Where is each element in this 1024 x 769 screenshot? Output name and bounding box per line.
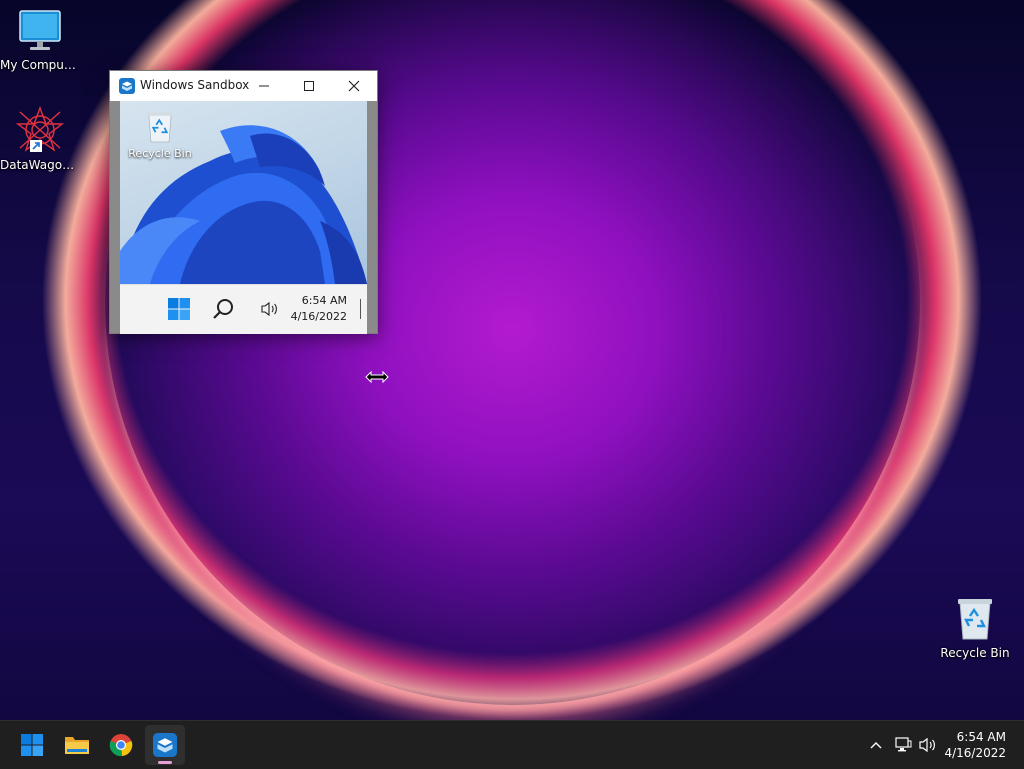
network-button[interactable] bbox=[893, 735, 913, 755]
desktop-icon-my-computer[interactable]: My Computer bbox=[0, 8, 80, 72]
window-title: Windows Sandbox bbox=[140, 78, 250, 92]
chrome-button[interactable] bbox=[101, 725, 141, 765]
windows-sandbox-icon bbox=[153, 733, 177, 757]
desktop-icon-label: DataWagon... bbox=[0, 158, 80, 172]
active-app-indicator bbox=[158, 761, 172, 764]
sandbox-recycle-bin-label: Recycle Bin bbox=[128, 147, 192, 160]
taskbar-clock[interactable]: 6:54 AM 4/16/2022 bbox=[926, 729, 1006, 761]
network-icon bbox=[895, 737, 912, 752]
desktop-icon-datawagon[interactable]: DataWagon... bbox=[0, 106, 80, 172]
sandbox-client-area[interactable]: Recycle Bin 6:54 AM 4/16/2022 bbox=[110, 101, 377, 334]
taskbar-clock-time: 6:54 AM bbox=[956, 730, 1006, 744]
desktop-icon-label: My Computer bbox=[0, 58, 80, 72]
start-button[interactable] bbox=[12, 725, 52, 765]
desktop: My Computer DataWagon... Recycle Bin Win… bbox=[0, 0, 1024, 720]
recycle-bin-icon bbox=[145, 109, 175, 145]
sandbox-clock-date: 4/16/2022 bbox=[290, 310, 347, 323]
resize-cursor-icon bbox=[365, 369, 389, 384]
windows-sandbox-icon bbox=[119, 78, 135, 94]
sandbox-clock-time: 6:54 AM bbox=[301, 294, 347, 307]
sandbox-inner-taskbar: 6:54 AM 4/16/2022 bbox=[120, 284, 367, 334]
close-icon bbox=[348, 80, 360, 92]
show-hidden-icons-button[interactable] bbox=[866, 735, 886, 755]
file-explorer-icon bbox=[65, 737, 89, 754]
windows-sandbox-window[interactable]: Windows Sandbox Recycle Bin 6:54 AM 4/16… bbox=[109, 70, 378, 334]
file-explorer-button[interactable] bbox=[57, 725, 97, 765]
show-desktop-divider[interactable] bbox=[360, 299, 361, 319]
volume-icon[interactable] bbox=[261, 301, 279, 317]
close-button[interactable] bbox=[331, 71, 377, 101]
search-icon[interactable] bbox=[212, 297, 236, 321]
chrome-icon bbox=[109, 734, 133, 757]
sandbox-inner-desktop[interactable]: Recycle Bin bbox=[120, 101, 367, 284]
windows-sandbox-taskbar-button[interactable] bbox=[145, 725, 185, 765]
start-icon[interactable] bbox=[167, 297, 191, 321]
desktop-icon-label: Recycle Bin bbox=[940, 646, 1010, 660]
monitor-icon bbox=[18, 8, 62, 54]
chevron-up-icon bbox=[870, 742, 882, 749]
taskbar-clock-date: 4/16/2022 bbox=[944, 746, 1006, 760]
desktop-icon-recycle-bin[interactable]: Recycle Bin bbox=[935, 596, 1015, 660]
taskbar: 6:54 AM 4/16/2022 bbox=[0, 720, 1024, 769]
datawagon-logo-icon bbox=[15, 106, 65, 154]
recycle-bin-icon bbox=[955, 596, 995, 642]
sandbox-clock[interactable]: 6:54 AM 4/16/2022 bbox=[285, 293, 347, 325]
maximize-button[interactable] bbox=[286, 71, 332, 101]
minimize-icon bbox=[259, 85, 269, 87]
minimize-button[interactable] bbox=[241, 71, 287, 101]
start-icon bbox=[21, 734, 43, 756]
sandbox-recycle-bin[interactable]: Recycle Bin bbox=[128, 109, 192, 160]
window-titlebar[interactable]: Windows Sandbox bbox=[110, 71, 377, 101]
maximize-icon bbox=[304, 81, 314, 91]
